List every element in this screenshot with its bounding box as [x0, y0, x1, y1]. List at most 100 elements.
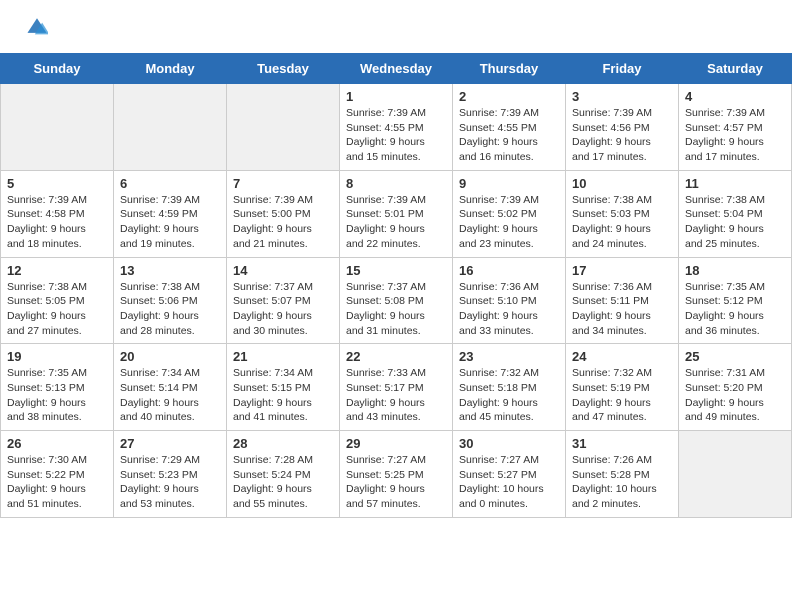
day-number: 29 — [346, 436, 446, 451]
day-cell: 29 Sunrise: 7:27 AM Sunset: 5:25 PM Dayli… — [340, 431, 453, 518]
day-number: 4 — [685, 89, 785, 104]
day-info: Sunrise: 7:31 AM Sunset: 5:20 PM Dayligh… — [685, 366, 785, 425]
day-info: Sunrise: 7:26 AM Sunset: 5:28 PM Dayligh… — [572, 453, 672, 512]
day-info: Sunrise: 7:39 AM Sunset: 5:02 PM Dayligh… — [459, 193, 559, 252]
day-cell: 21Sunrise: 7:34 AM Sunset: 5:15 PM Dayli… — [227, 344, 340, 431]
weekday-header-saturday: Saturday — [679, 54, 792, 84]
weekday-header-monday: Monday — [114, 54, 227, 84]
day-number: 2 — [459, 89, 559, 104]
week-row-5: 26Sunrise: 7:30 AM Sunset: 5:22 PM Dayli… — [1, 431, 792, 518]
day-number: 25 — [685, 349, 785, 364]
day-cell: 5 Sunrise: 7:39 AM Sunset: 4:58 PM Daylig… — [1, 170, 114, 257]
day-cell: 15Sunrise: 7:37 AM Sunset: 5:08 PM Dayli… — [340, 257, 453, 344]
day-cell: 30 Sunrise: 7:27 AM Sunset: 5:27 PM Dayli… — [453, 431, 566, 518]
day-number: 22 — [346, 349, 446, 364]
day-number: 31 — [572, 436, 672, 451]
day-info: Sunrise: 7:37 AM Sunset: 5:08 PM Dayligh… — [346, 280, 446, 339]
day-cell: 13Sunrise: 7:38 AM Sunset: 5:06 PM Dayli… — [114, 257, 227, 344]
day-cell: 2 Sunrise: 7:39 AM Sunset: 4:55 PM Daylig… — [453, 84, 566, 171]
weekday-header-wednesday: Wednesday — [340, 54, 453, 84]
day-info: Sunrise: 7:35 AM Sunset: 5:13 PM Dayligh… — [7, 366, 107, 425]
day-info: Sunrise: 7:34 AM Sunset: 5:14 PM Dayligh… — [120, 366, 220, 425]
logo-icon — [26, 16, 48, 38]
day-number: 23 — [459, 349, 559, 364]
day-number: 19 — [7, 349, 107, 364]
day-info: Sunrise: 7:32 AM Sunset: 5:19 PM Dayligh… — [572, 366, 672, 425]
day-cell: 20 Sunrise: 7:34 AM Sunset: 5:14 PM Dayli… — [114, 344, 227, 431]
day-number: 16 — [459, 263, 559, 278]
day-info: Sunrise: 7:39 AM Sunset: 5:00 PM Dayligh… — [233, 193, 333, 252]
day-cell: 28Sunrise: 7:28 AM Sunset: 5:24 PM Dayli… — [227, 431, 340, 518]
day-info: Sunrise: 7:36 AM Sunset: 5:10 PM Dayligh… — [459, 280, 559, 339]
day-cell: 11 Sunrise: 7:38 AM Sunset: 5:04 PM Dayli… — [679, 170, 792, 257]
day-number: 27 — [120, 436, 220, 451]
day-info: Sunrise: 7:38 AM Sunset: 5:04 PM Dayligh… — [685, 193, 785, 252]
week-row-1: 1 Sunrise: 7:39 AM Sunset: 4:55 PM Daylig… — [1, 84, 792, 171]
day-number: 6 — [120, 176, 220, 191]
day-cell: 6 Sunrise: 7:39 AM Sunset: 4:59 PM Daylig… — [114, 170, 227, 257]
day-info: Sunrise: 7:38 AM Sunset: 5:03 PM Dayligh… — [572, 193, 672, 252]
day-number: 20 — [120, 349, 220, 364]
day-number: 1 — [346, 89, 446, 104]
day-cell: 12Sunrise: 7:38 AM Sunset: 5:05 PM Dayli… — [1, 257, 114, 344]
day-number: 14 — [233, 263, 333, 278]
header — [0, 0, 792, 53]
day-cell: 14 Sunrise: 7:37 AM Sunset: 5:07 PM Dayli… — [227, 257, 340, 344]
weekday-header-row: SundayMondayTuesdayWednesdayThursdayFrid… — [1, 54, 792, 84]
week-row-4: 19 Sunrise: 7:35 AM Sunset: 5:13 PM Dayli… — [1, 344, 792, 431]
weekday-header-friday: Friday — [566, 54, 679, 84]
weekday-header-thursday: Thursday — [453, 54, 566, 84]
day-number: 18 — [685, 263, 785, 278]
day-cell: 17 Sunrise: 7:36 AM Sunset: 5:11 PM Dayli… — [566, 257, 679, 344]
day-info: Sunrise: 7:39 AM Sunset: 4:55 PM Dayligh… — [459, 106, 559, 165]
day-cell: 25 Sunrise: 7:31 AM Sunset: 5:20 PM Dayli… — [679, 344, 792, 431]
logo — [24, 18, 48, 43]
day-cell: 19 Sunrise: 7:35 AM Sunset: 5:13 PM Dayli… — [1, 344, 114, 431]
day-number: 8 — [346, 176, 446, 191]
day-info: Sunrise: 7:28 AM Sunset: 5:24 PM Dayligh… — [233, 453, 333, 512]
day-cell — [114, 84, 227, 171]
day-cell: 3Sunrise: 7:39 AM Sunset: 4:56 PM Daylig… — [566, 84, 679, 171]
weekday-header-sunday: Sunday — [1, 54, 114, 84]
day-number: 17 — [572, 263, 672, 278]
day-number: 11 — [685, 176, 785, 191]
day-cell: 9Sunrise: 7:39 AM Sunset: 5:02 PM Daylig… — [453, 170, 566, 257]
day-cell: 23Sunrise: 7:32 AM Sunset: 5:18 PM Dayli… — [453, 344, 566, 431]
day-info: Sunrise: 7:30 AM Sunset: 5:22 PM Dayligh… — [7, 453, 107, 512]
day-cell: 26Sunrise: 7:30 AM Sunset: 5:22 PM Dayli… — [1, 431, 114, 518]
calendar-table: SundayMondayTuesdayWednesdayThursdayFrid… — [0, 53, 792, 518]
day-info: Sunrise: 7:39 AM Sunset: 4:58 PM Dayligh… — [7, 193, 107, 252]
day-info: Sunrise: 7:34 AM Sunset: 5:15 PM Dayligh… — [233, 366, 333, 425]
day-number: 30 — [459, 436, 559, 451]
day-info: Sunrise: 7:27 AM Sunset: 5:25 PM Dayligh… — [346, 453, 446, 512]
day-number: 10 — [572, 176, 672, 191]
day-cell: 16 Sunrise: 7:36 AM Sunset: 5:10 PM Dayli… — [453, 257, 566, 344]
day-cell: 4 Sunrise: 7:39 AM Sunset: 4:57 PM Daylig… — [679, 84, 792, 171]
day-info: Sunrise: 7:36 AM Sunset: 5:11 PM Dayligh… — [572, 280, 672, 339]
day-number: 5 — [7, 176, 107, 191]
day-cell: 27Sunrise: 7:29 AM Sunset: 5:23 PM Dayli… — [114, 431, 227, 518]
day-info: Sunrise: 7:39 AM Sunset: 4:57 PM Dayligh… — [685, 106, 785, 165]
day-cell: 1 Sunrise: 7:39 AM Sunset: 4:55 PM Daylig… — [340, 84, 453, 171]
day-info: Sunrise: 7:39 AM Sunset: 4:59 PM Dayligh… — [120, 193, 220, 252]
day-number: 24 — [572, 349, 672, 364]
day-info: Sunrise: 7:39 AM Sunset: 4:55 PM Dayligh… — [346, 106, 446, 165]
weekday-header-tuesday: Tuesday — [227, 54, 340, 84]
day-cell: 24 Sunrise: 7:32 AM Sunset: 5:19 PM Dayli… — [566, 344, 679, 431]
day-cell: 31 Sunrise: 7:26 AM Sunset: 5:28 PM Dayli… — [566, 431, 679, 518]
week-row-2: 5 Sunrise: 7:39 AM Sunset: 4:58 PM Daylig… — [1, 170, 792, 257]
day-info: Sunrise: 7:37 AM Sunset: 5:07 PM Dayligh… — [233, 280, 333, 339]
calendar-body: 1 Sunrise: 7:39 AM Sunset: 4:55 PM Daylig… — [1, 84, 792, 518]
week-row-3: 12Sunrise: 7:38 AM Sunset: 5:05 PM Dayli… — [1, 257, 792, 344]
day-number: 7 — [233, 176, 333, 191]
day-number: 3 — [572, 89, 672, 104]
day-number: 13 — [120, 263, 220, 278]
day-number: 12 — [7, 263, 107, 278]
day-cell: 8Sunrise: 7:39 AM Sunset: 5:01 PM Daylig… — [340, 170, 453, 257]
day-info: Sunrise: 7:27 AM Sunset: 5:27 PM Dayligh… — [459, 453, 559, 512]
calendar-page: SundayMondayTuesdayWednesdayThursdayFrid… — [0, 0, 792, 518]
day-cell: 7 Sunrise: 7:39 AM Sunset: 5:00 PM Daylig… — [227, 170, 340, 257]
day-cell — [679, 431, 792, 518]
day-info: Sunrise: 7:33 AM Sunset: 5:17 PM Dayligh… — [346, 366, 446, 425]
day-cell: 10 Sunrise: 7:38 AM Sunset: 5:03 PM Dayli… — [566, 170, 679, 257]
